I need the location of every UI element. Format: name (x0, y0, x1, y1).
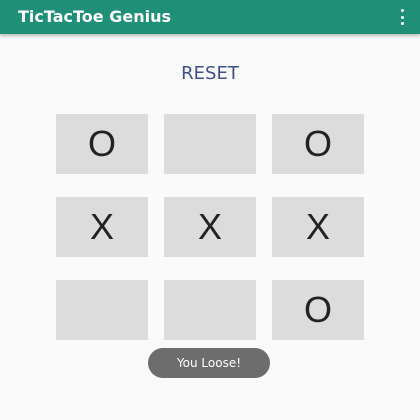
app-title: TicTacToe Genius (18, 7, 171, 26)
overflow-dot (400, 15, 404, 19)
board-cell-r3c3[interactable]: O (272, 280, 364, 340)
board-cell-r2c2[interactable]: X (164, 197, 256, 257)
toast-message: You Loose! (148, 348, 270, 378)
game-board: O O X X X O (56, 114, 364, 340)
overflow-dot (400, 22, 404, 25)
board-cell-r2c1[interactable]: X (56, 197, 148, 257)
board-cell-r1c2[interactable] (164, 114, 256, 174)
board-cell-r1c1[interactable]: O (56, 114, 148, 174)
overflow-dot (400, 9, 404, 12)
reset-button[interactable]: RESET (160, 60, 260, 88)
more-vert-icon[interactable] (398, 9, 406, 25)
board-cell-r1c3[interactable]: O (272, 114, 364, 174)
board-cell-r3c1[interactable] (56, 280, 148, 340)
app-bar: TicTacToe Genius (0, 0, 420, 34)
board-cell-r2c3[interactable]: X (272, 197, 364, 257)
board-cell-r3c2[interactable] (164, 280, 256, 340)
app-screen: TicTacToe Genius RESET O O X X X O You L… (0, 0, 420, 420)
